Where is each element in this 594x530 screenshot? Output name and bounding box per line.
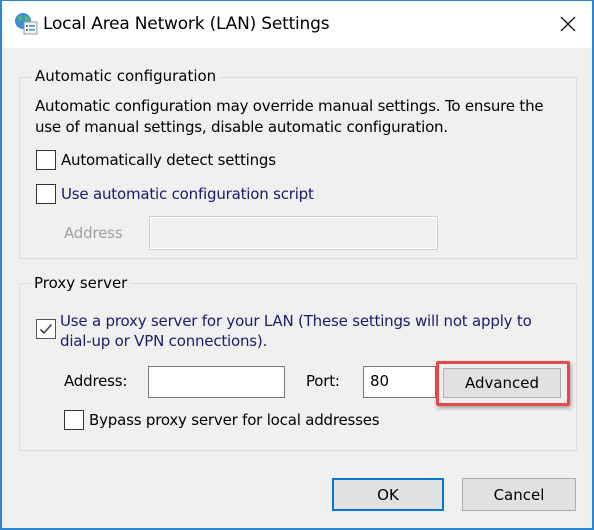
bypass-local-checkbox[interactable] [64,410,84,430]
bypass-local-label[interactable]: Bypass proxy server for local addresses [89,411,380,429]
auto-config-description-line2: use of manual settings, disable automati… [35,118,448,136]
proxy-address-input[interactable] [148,366,285,398]
auto-script-checkbox[interactable] [36,184,56,204]
proxy-port-input[interactable]: 80 [363,366,436,398]
auto-detect-checkbox[interactable] [36,150,56,170]
lan-settings-dialog: Local Area Network (LAN) Settings Automa… [0,0,594,530]
close-button[interactable] [548,5,588,43]
proxy-port-label: Port: [306,372,340,390]
dialog-title: Local Area Network (LAN) Settings [43,14,330,34]
cancel-button[interactable]: Cancel [462,478,576,511]
auto-script-address-input[interactable] [149,216,438,250]
network-settings-icon [14,12,38,36]
use-proxy-label-line1[interactable]: Use a proxy server for your LAN (These s… [60,312,532,330]
use-proxy-checkbox[interactable] [36,319,56,339]
auto-script-address-label: Address [64,224,123,242]
auto-detect-label[interactable]: Automatically detect settings [61,151,276,169]
use-proxy-label-line2[interactable]: dial-up or VPN connections). [60,332,267,350]
close-icon [560,16,576,32]
automatic-configuration-legend: Automatic configuration [32,67,220,85]
proxy-address-label: Address: [64,372,128,390]
ok-button[interactable]: OK [332,478,444,511]
advanced-button[interactable]: Advanced [443,368,561,398]
title-bar: Local Area Network (LAN) Settings [2,1,592,48]
checkmark-icon [39,323,53,335]
auto-config-description-line1: Automatic configuration may override man… [35,97,544,115]
auto-script-label[interactable]: Use automatic configuration script [61,185,314,203]
proxy-server-legend: Proxy server [31,274,131,292]
